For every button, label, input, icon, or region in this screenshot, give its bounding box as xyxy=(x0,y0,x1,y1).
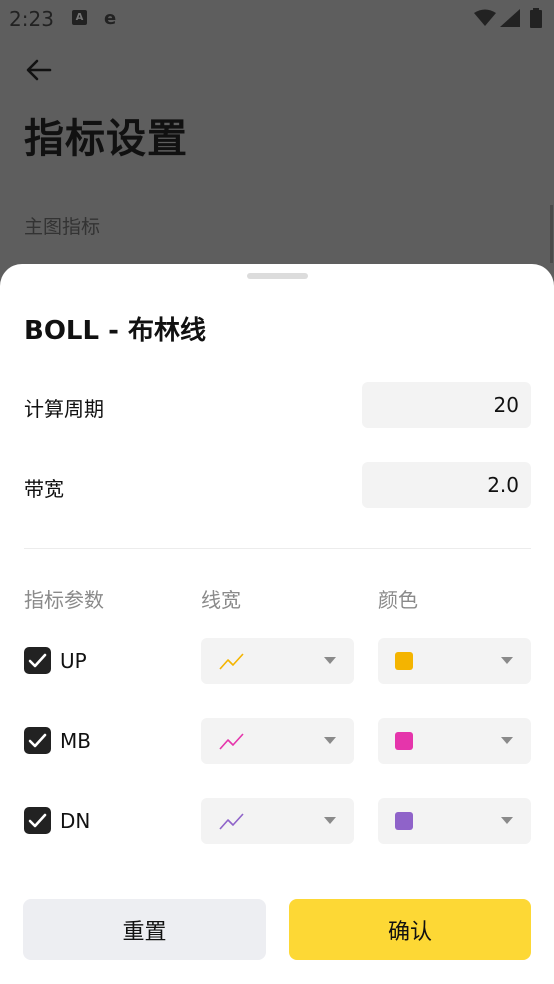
period-label: 计算周期 xyxy=(24,397,104,421)
chevron-down-icon xyxy=(324,657,336,664)
color-dropdown-dn[interactable] xyxy=(378,798,531,844)
line-chart-icon xyxy=(219,813,244,830)
bandwidth-input[interactable]: 2.0 xyxy=(362,462,531,508)
chevron-down-icon xyxy=(501,737,513,744)
line-chart-icon xyxy=(219,653,244,670)
color-swatch-dn xyxy=(395,812,413,830)
back-arrow-icon[interactable] xyxy=(24,56,54,84)
notification-a-icon: A xyxy=(72,10,87,25)
bandwidth-label: 带宽 xyxy=(24,477,64,501)
color-swatch-up xyxy=(395,652,413,670)
scrollbar[interactable] xyxy=(550,205,553,263)
page-title: 指标设置 xyxy=(24,116,188,162)
column-header-param: 指标参数 xyxy=(24,588,104,612)
checkbox-mb[interactable] xyxy=(24,727,51,754)
sheet-title: BOLL - 布林线 xyxy=(24,316,206,346)
section-label-main-indicator: 主图指标 xyxy=(24,216,101,238)
chevron-down-icon xyxy=(324,817,336,824)
reset-button[interactable]: 重置 xyxy=(23,899,266,960)
status-time: 2:23 xyxy=(9,7,54,31)
check-icon xyxy=(28,813,47,828)
check-icon xyxy=(28,653,47,668)
chevron-down-icon xyxy=(324,737,336,744)
status-bar: 2:23 A e xyxy=(0,0,554,38)
line-width-dropdown-dn[interactable] xyxy=(201,798,354,844)
line-width-dropdown-up[interactable] xyxy=(201,638,354,684)
drag-handle[interactable] xyxy=(247,273,308,279)
period-input[interactable]: 20 xyxy=(362,382,531,428)
column-header-width: 线宽 xyxy=(201,588,241,612)
wifi-icon xyxy=(474,9,496,26)
row-label-mb: MB xyxy=(60,729,91,753)
bottom-sheet: BOLL - 布林线 计算周期 20 带宽 2.0 指标参数 线宽 颜色 UP … xyxy=(0,264,554,984)
confirm-button[interactable]: 确认 xyxy=(289,899,531,960)
notification-e-icon: e xyxy=(104,8,117,29)
signal-icon xyxy=(500,9,520,27)
chevron-down-icon xyxy=(501,657,513,664)
column-header-color: 颜色 xyxy=(378,588,418,612)
divider xyxy=(24,548,531,549)
chevron-down-icon xyxy=(501,817,513,824)
color-dropdown-up[interactable] xyxy=(378,638,531,684)
color-swatch-mb xyxy=(395,732,413,750)
row-label-up: UP xyxy=(60,649,87,673)
line-chart-icon xyxy=(219,733,244,750)
checkbox-dn[interactable] xyxy=(24,807,51,834)
check-icon xyxy=(28,733,47,748)
row-label-dn: DN xyxy=(60,809,91,833)
color-dropdown-mb[interactable] xyxy=(378,718,531,764)
checkbox-up[interactable] xyxy=(24,647,51,674)
line-width-dropdown-mb[interactable] xyxy=(201,718,354,764)
battery-icon xyxy=(530,8,542,28)
